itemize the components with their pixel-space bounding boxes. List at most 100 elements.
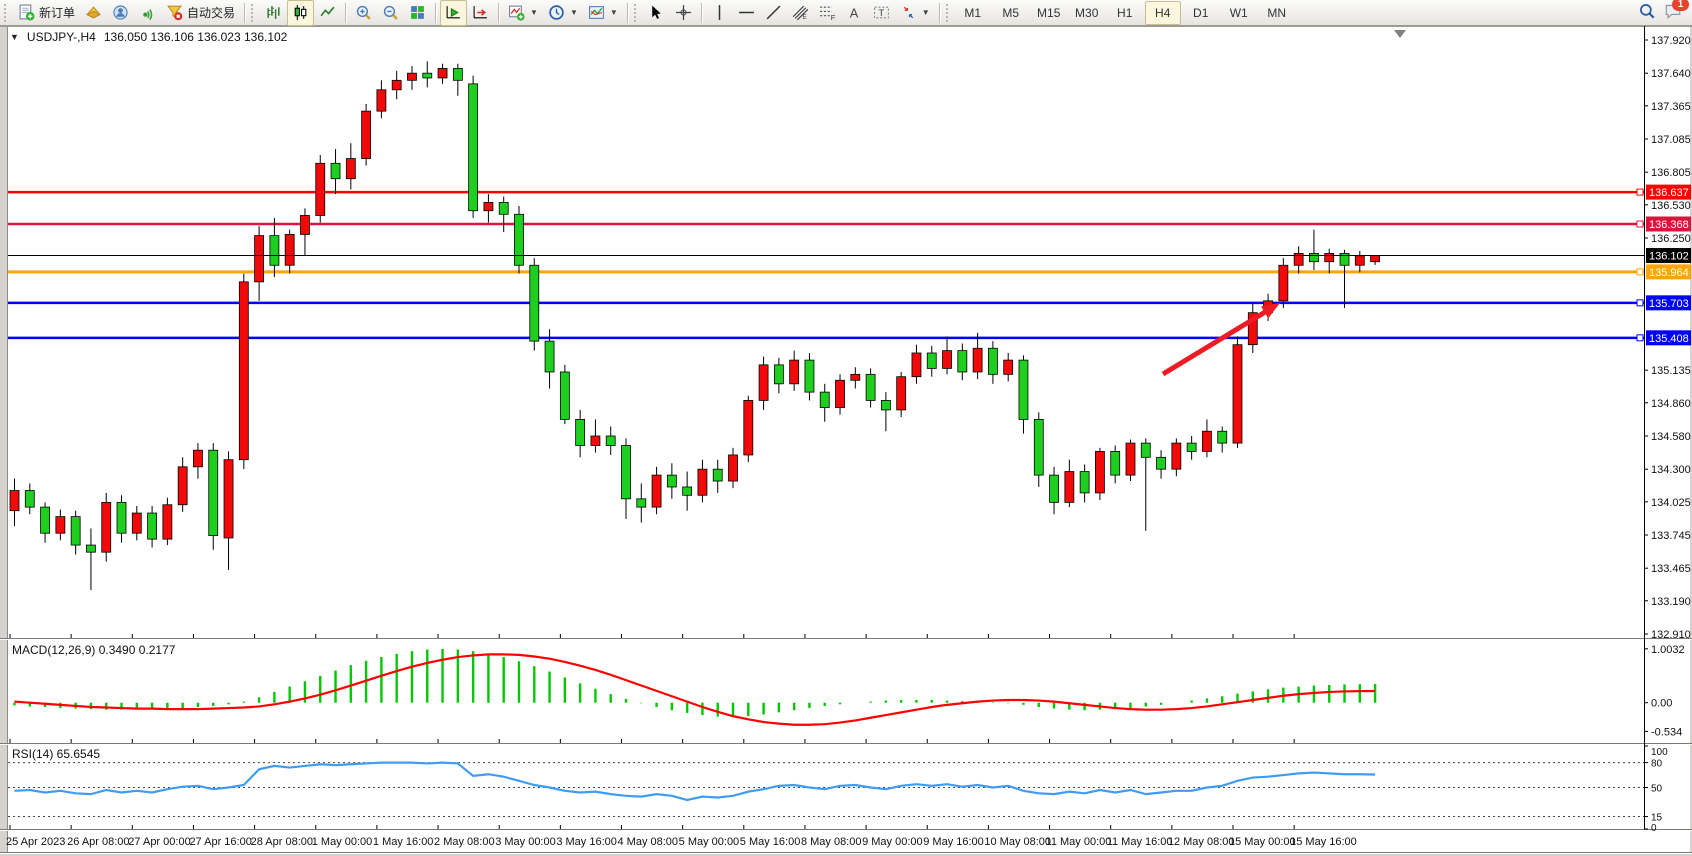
- toolbar-grip[interactable]: [946, 4, 951, 22]
- candle-body: [392, 80, 401, 89]
- time-axis-label: 10 May 08:00: [984, 836, 1051, 848]
- chart-window[interactable]: 137.920137.640137.365137.085136.805136.5…: [0, 26, 1692, 856]
- candle-body: [591, 436, 600, 445]
- candle-body: [484, 202, 493, 210]
- trendline-button[interactable]: [760, 0, 787, 26]
- candle-body: [606, 436, 615, 445]
- candle-body: [973, 348, 982, 372]
- text-label-button[interactable]: T: [868, 0, 895, 26]
- periods-button[interactable]: ▼: [543, 0, 583, 26]
- autotrade-button[interactable]: 自动交易: [161, 0, 240, 26]
- signals-icon: [139, 4, 156, 21]
- candle-body: [469, 84, 478, 211]
- bar-chart-button[interactable]: [260, 0, 287, 26]
- svg-text:136.102: 136.102: [1649, 251, 1689, 263]
- collapse-triangle-icon[interactable]: ▼: [10, 32, 19, 42]
- svg-text:134.025: 134.025: [1651, 497, 1691, 509]
- toolbar-grip[interactable]: [4, 4, 9, 22]
- auto-scroll-button[interactable]: [440, 0, 467, 26]
- candle-body: [407, 73, 416, 80]
- svg-text:137.365: 137.365: [1651, 101, 1691, 113]
- notifications-button[interactable]: 1: [1664, 2, 1682, 23]
- zoom-in-icon: [355, 4, 372, 21]
- timeframe-M5[interactable]: M5: [993, 1, 1029, 25]
- cursor-button[interactable]: [643, 0, 670, 26]
- candle-body: [683, 487, 692, 495]
- metaeditor-button[interactable]: [80, 0, 107, 26]
- svg-text:135.964: 135.964: [1649, 267, 1689, 279]
- rsi-label: RSI(14) 65.6545: [12, 747, 100, 761]
- text-button[interactable]: A: [841, 0, 868, 26]
- crosshair-button[interactable]: [670, 0, 697, 26]
- svg-text:134.300: 134.300: [1651, 464, 1691, 476]
- horizontal-line-icon: [738, 4, 755, 21]
- timeframe-M30[interactable]: M30: [1069, 1, 1105, 25]
- candle-body: [86, 545, 95, 552]
- toolbar-separator: [701, 3, 702, 23]
- timeframe-MN[interactable]: MN: [1259, 1, 1295, 25]
- candle-body: [1095, 451, 1104, 492]
- candle-chart-icon: [292, 4, 309, 21]
- candle-body: [148, 513, 157, 539]
- candle-chart-button[interactable]: [287, 0, 314, 26]
- toolbar-grip[interactable]: [634, 4, 639, 22]
- timeframe-H1[interactable]: H1: [1107, 1, 1143, 25]
- search-icon[interactable]: [1638, 2, 1656, 23]
- svg-text:133.190: 133.190: [1651, 596, 1691, 608]
- candle-body: [1065, 472, 1074, 503]
- chart-symbol-period: USDJPY-,H4: [27, 30, 96, 44]
- candle-body: [209, 450, 218, 535]
- timeframe-W1[interactable]: W1: [1221, 1, 1257, 25]
- new-order-button[interactable]: 新订单: [13, 0, 80, 26]
- timeframe-M15[interactable]: M15: [1031, 1, 1067, 25]
- candle-body: [423, 73, 432, 78]
- fibonacci-button[interactable]: F: [814, 0, 841, 26]
- tile-windows-button[interactable]: [404, 0, 431, 26]
- zoom-in-button[interactable]: [350, 0, 377, 26]
- candle-body: [622, 445, 631, 498]
- zoom-out-button[interactable]: [377, 0, 404, 26]
- time-axis-label: 5 May 00:00: [679, 836, 740, 848]
- candle-body: [117, 502, 126, 533]
- time-axis-label: 15 May 16:00: [1290, 836, 1357, 848]
- candle-body: [1157, 457, 1166, 469]
- candle-body: [560, 372, 569, 419]
- indicators-button[interactable]: ▼: [503, 0, 543, 26]
- candle-body: [1019, 360, 1028, 419]
- channel-button[interactable]: E: [787, 0, 814, 26]
- line-chart-icon: [319, 4, 336, 21]
- arrows-button[interactable]: ▼: [895, 0, 935, 26]
- timeframe-D1[interactable]: D1: [1183, 1, 1219, 25]
- svg-text:A: A: [850, 5, 859, 20]
- chart-shift-button[interactable]: [467, 0, 494, 26]
- chart-title: ▼ USDJPY-,H4 136.050 136.106 136.023 136…: [10, 30, 287, 44]
- candle-body: [1141, 443, 1150, 457]
- svg-text:T: T: [878, 8, 884, 19]
- chart-canvas[interactable]: 137.920137.640137.365137.085136.805136.5…: [0, 26, 1692, 856]
- svg-text:133.745: 133.745: [1651, 530, 1691, 542]
- toolbar-separator: [345, 3, 346, 23]
- community-button[interactable]: [107, 0, 134, 26]
- horizontal-line-button[interactable]: [733, 0, 760, 26]
- time-axis-label: 1 May 16:00: [373, 836, 434, 848]
- toolbar-grip[interactable]: [251, 4, 256, 22]
- vertical-line-button[interactable]: [706, 0, 733, 26]
- timeframe-H4[interactable]: H4: [1145, 1, 1181, 25]
- autotrade-icon: [166, 4, 183, 21]
- chevron-down-icon: ▼: [530, 8, 538, 17]
- line-chart-button[interactable]: [314, 0, 341, 26]
- signals-button[interactable]: [134, 0, 161, 26]
- chart-shift-icon: [472, 4, 489, 21]
- svg-text:1.0032: 1.0032: [1651, 644, 1685, 656]
- time-axis-label: 3 May 00:00: [495, 836, 556, 848]
- svg-text:50: 50: [1651, 784, 1663, 795]
- svg-text:100: 100: [1651, 747, 1668, 758]
- candle-body: [193, 450, 202, 467]
- svg-text:E: E: [802, 14, 806, 21]
- candle-body: [255, 236, 264, 282]
- svg-text:137.640: 137.640: [1651, 68, 1691, 80]
- templates-button[interactable]: ▼: [583, 0, 623, 26]
- toolbar-separator: [435, 3, 436, 23]
- timeframe-M1[interactable]: M1: [955, 1, 991, 25]
- svg-text:134.580: 134.580: [1651, 431, 1691, 443]
